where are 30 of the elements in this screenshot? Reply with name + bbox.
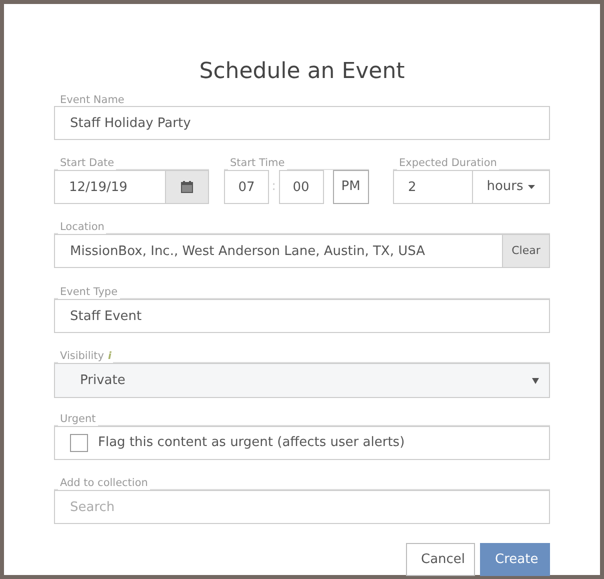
caret-icon [532, 378, 539, 384]
field-label: Start Time [229, 157, 286, 170]
field-label: Urgent [59, 413, 97, 426]
event-type-field[interactable]: Staff Event [54, 299, 550, 333]
urgent-label: Flag this content as urgent (affects user alerts) [98, 434, 405, 452]
meridiem-button[interactable]: PM [332, 170, 369, 204]
event-name-field[interactable]: Staff Holiday Party [54, 106, 550, 140]
calendar-button[interactable] [166, 170, 209, 204]
field-label: Event Type [59, 286, 119, 299]
duration-field[interactable]: 2 [393, 170, 473, 204]
field-label: Event Name [59, 94, 126, 107]
field-label: Expected Duration [398, 157, 498, 170]
visibility-select[interactable]: Private [54, 363, 550, 398]
cancel-button[interactable]: Cancel [406, 543, 475, 576]
collection-search-field[interactable]: Search [54, 490, 550, 524]
time-separator: : [270, 178, 277, 196]
caret-icon [528, 185, 536, 189]
window-title: Schedule an Event [198, 58, 406, 86]
urgent-checkbox[interactable] [70, 434, 88, 452]
unit-dropdown[interactable]: hours [473, 170, 550, 204]
field-label: Start Date [59, 157, 116, 170]
field-label: Visibility [59, 350, 106, 363]
clear-button[interactable]: Clear [503, 234, 550, 268]
hour-field[interactable]: 07 [224, 170, 269, 204]
field-label: Add to collection [59, 477, 149, 490]
start-date-field[interactable]: 12/19/19 [54, 170, 166, 204]
field-label: Location [59, 221, 106, 234]
location-field[interactable]: MissionBox, Inc., West Anderson Lane, Austin, TX, USA [54, 234, 503, 268]
minute-field[interactable]: 00 [278, 170, 324, 204]
calendar-icon [181, 181, 193, 193]
